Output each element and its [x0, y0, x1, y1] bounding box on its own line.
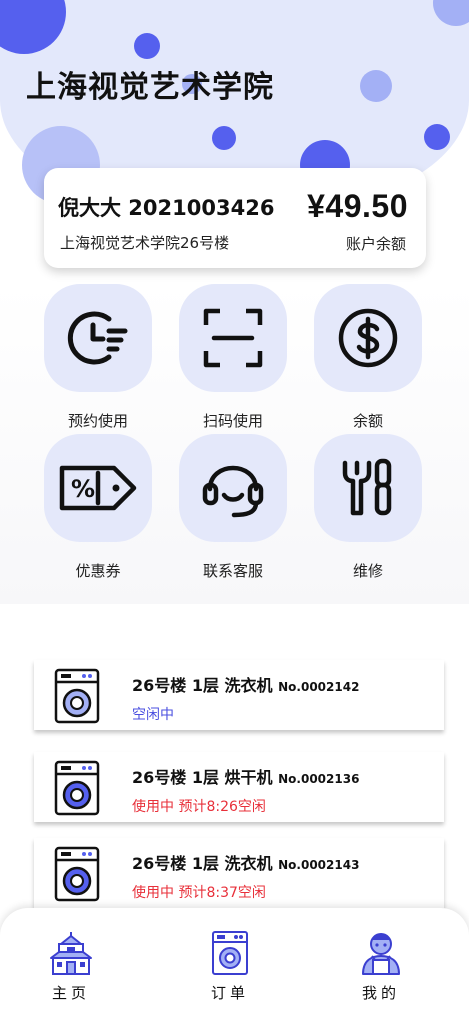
- action-tile[interactable]: [44, 284, 152, 392]
- action-label: 优惠券: [75, 562, 121, 580]
- machine-number: No.0002136: [278, 772, 360, 786]
- tab-label: 主页: [51, 984, 90, 1002]
- decor-circle: [134, 33, 160, 59]
- dryer-icon: [54, 760, 100, 816]
- decor-circle: [424, 124, 450, 150]
- tab-profile[interactable]: 我的: [341, 930, 421, 1003]
- machine-status: 使用中 预计8:26空闲: [132, 799, 266, 815]
- account-card[interactable]: 倪大大 2021003426 ¥49.50 上海视觉艺术学院26号楼 账户余额: [44, 168, 426, 268]
- action-label: 预约使用: [67, 412, 128, 430]
- scan-icon: [203, 308, 263, 368]
- account-address: 上海视觉艺术学院26号楼: [60, 234, 230, 252]
- action-reserve[interactable]: 预约使用: [43, 284, 153, 431]
- machine-title: 26号楼 1层 烘干机 No.0002136: [132, 764, 359, 788]
- decor-circle: [212, 126, 236, 150]
- machine-status: 空闲中: [132, 707, 174, 723]
- action-label: 扫码使用: [202, 412, 263, 430]
- washer-icon: [212, 931, 248, 975]
- action-balance[interactable]: 余额: [313, 284, 423, 431]
- decor-circle: [360, 70, 392, 102]
- svg-text:%: %: [71, 475, 95, 503]
- coupon-icon: %: [59, 465, 137, 511]
- action-scan[interactable]: 扫码使用: [178, 284, 288, 431]
- tab-orders[interactable]: 订单: [190, 930, 270, 1003]
- machine-title: 26号楼 1层 洗衣机 No.0002142: [132, 672, 359, 696]
- account-balance-label: 账户余额: [345, 235, 406, 253]
- machine-title: 26号楼 1层 洗衣机 No.0002143: [132, 850, 359, 874]
- machine-status: 使用中 预计8:37空闲: [132, 885, 266, 901]
- action-tile[interactable]: [314, 284, 422, 392]
- action-grid: 预约使用 扫码使用 余额 % 优惠券 联系客服 维修: [0, 284, 469, 604]
- machine-number: No.0002143: [278, 858, 360, 872]
- list-item[interactable]: 26号楼 1层 烘干机 No.0002136 使用中 预计8:26空闲: [34, 752, 444, 822]
- machine-location: 26号楼 1层 烘干机: [132, 768, 273, 787]
- action-support[interactable]: 联系客服: [178, 434, 288, 581]
- action-label: 余额: [352, 412, 383, 430]
- action-label: 联系客服: [202, 562, 263, 580]
- action-tile[interactable]: [179, 284, 287, 392]
- tab-home[interactable]: 主页: [31, 930, 111, 1003]
- action-tile[interactable]: [314, 434, 422, 542]
- list-item[interactable]: 26号楼 1层 洗衣机 No.0002142 空闲中: [34, 660, 444, 730]
- machine-location: 26号楼 1层 洗衣机: [132, 854, 273, 873]
- account-balance: ¥49.50: [307, 188, 408, 224]
- tab-label: 订单: [210, 984, 249, 1002]
- home-building-icon: [50, 932, 92, 975]
- action-tile[interactable]: [179, 434, 287, 542]
- tab-label: 我的: [361, 984, 400, 1002]
- action-label: 维修: [352, 562, 383, 580]
- clock-icon: [67, 311, 128, 365]
- headset-icon: [202, 465, 264, 518]
- washer-icon: [54, 668, 100, 724]
- washer-icon: [54, 846, 100, 902]
- action-coupon[interactable]: % 优惠券: [43, 434, 153, 581]
- action-tile[interactable]: %: [44, 434, 152, 542]
- machine-number: No.0002142: [278, 680, 360, 694]
- page-title: 上海视觉艺术学院: [26, 70, 274, 105]
- bottom-tab-bar: 主页 订单 我的: [0, 908, 469, 1013]
- dollar-icon: [338, 308, 398, 368]
- machine-location: 26号楼 1层 洗衣机: [132, 676, 273, 695]
- account-name-id: 倪大大 2021003426: [58, 196, 275, 220]
- tools-icon: [342, 458, 392, 516]
- user-avatar-icon: [362, 933, 400, 975]
- list-item[interactable]: 26号楼 1层 洗衣机 No.0002143 使用中 预计8:37空闲: [34, 838, 444, 908]
- action-repair[interactable]: 维修: [313, 434, 423, 581]
